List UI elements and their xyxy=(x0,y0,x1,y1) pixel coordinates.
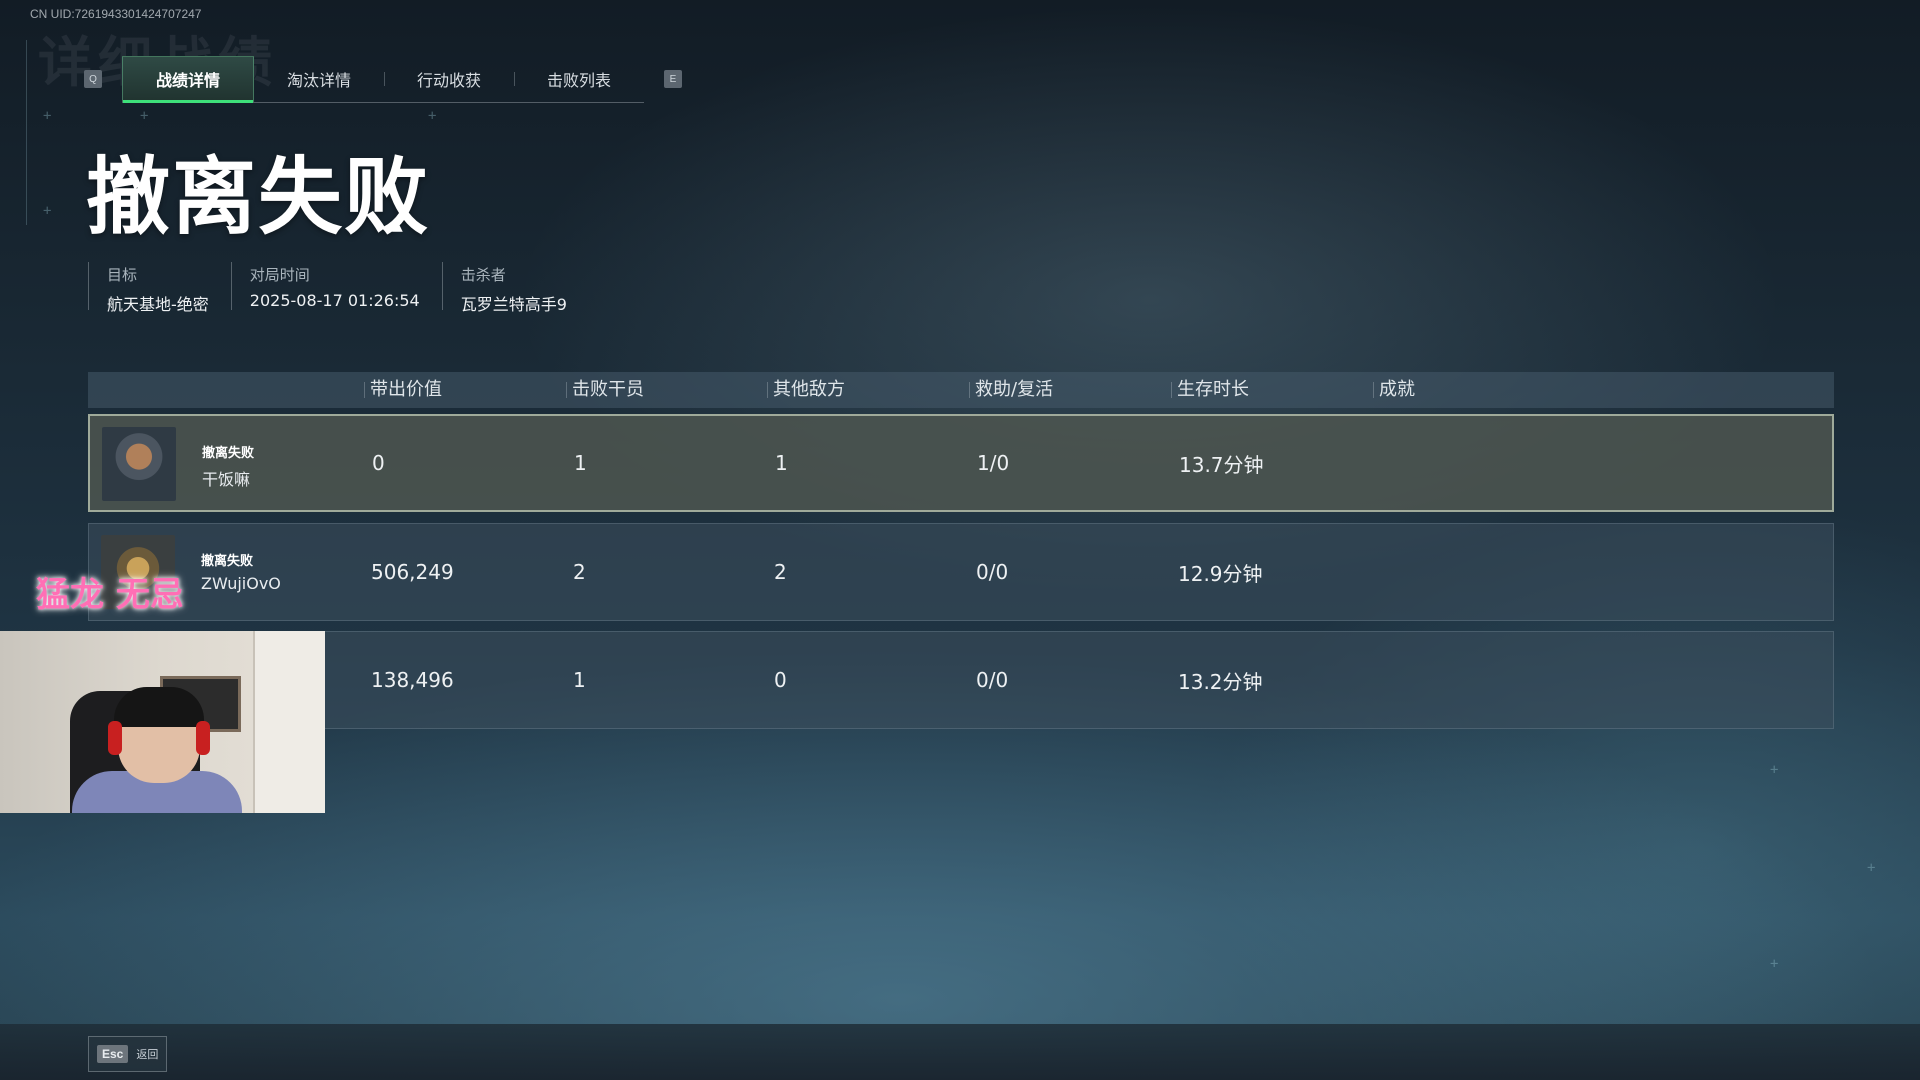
user-uid: CN UID:7261943301424707247 xyxy=(30,7,202,21)
cell-operators-defeated: 1 xyxy=(573,668,586,692)
player-name: ZWujiOvO xyxy=(201,574,281,593)
hud-frame-line xyxy=(26,40,27,225)
hud-crosshair-icon: + xyxy=(43,108,52,124)
cell-assist-revive: 1/0 xyxy=(977,451,1010,475)
bottom-bar xyxy=(0,1024,1920,1080)
next-tab-key[interactable]: E xyxy=(664,70,682,88)
cell-assist-revive: 0/0 xyxy=(976,560,1009,584)
table-row[interactable]: 138,496 1 0 0/0 13.2分钟 xyxy=(88,631,1834,729)
back-button[interactable]: Esc 返回 xyxy=(88,1036,168,1072)
back-label: 返回 xyxy=(136,1048,159,1061)
cell-other-enemies: 1 xyxy=(775,451,788,475)
cell-extract-value: 506,249 xyxy=(371,560,454,584)
soldier-cap-avatar xyxy=(102,427,176,501)
hud-crosshair-icon: + xyxy=(1867,860,1876,876)
player-name: 干饭嘛 xyxy=(202,470,251,489)
table-row[interactable]: 撤离失败 干饭嘛 0 1 1 1/0 13.7分钟 xyxy=(88,414,1834,512)
tab-elimination-details[interactable]: 淘汰详情 xyxy=(254,56,384,102)
match-time-label: 对局时间 xyxy=(249,266,310,284)
webcam-door xyxy=(253,631,325,813)
cell-operators-defeated: 1 xyxy=(574,451,587,475)
tab-bar: Q 战绩详情 淘汰详情 行动收获 击败列表 E xyxy=(84,55,682,103)
headphones-icon xyxy=(108,721,122,755)
hud-crosshair-icon: + xyxy=(1770,956,1779,972)
match-info: 目标 航天基地-绝密 对局时间 2025-08-17 01:26:54 击杀者 … xyxy=(88,262,589,314)
row-status: 撤离失败 xyxy=(202,446,255,461)
table-row[interactable]: 撤离失败 ZWujiOvO 506,249 2 2 0/0 12.9分钟 xyxy=(88,523,1834,621)
info-target: 目标 航天基地-绝密 xyxy=(88,262,231,314)
prev-tab-key[interactable]: Q xyxy=(84,70,102,88)
column-header-other-enemies: 其他敌方 xyxy=(767,372,845,408)
cell-survival-time: 13.2分钟 xyxy=(1178,669,1263,694)
cell-survival-time: 12.9分钟 xyxy=(1178,561,1263,586)
esc-key: Esc xyxy=(97,1045,129,1063)
killer-value: 瓦罗兰特高手9 xyxy=(460,295,567,314)
cell-other-enemies: 0 xyxy=(774,668,787,692)
column-header-extract-value: 带出价值 xyxy=(364,372,442,408)
tab-action-gains[interactable]: 行动收获 xyxy=(384,56,514,102)
headphones-icon xyxy=(196,721,210,755)
table-header: 带出价值 击败干员 其他敌方 救助/复活 生存时长 成就 xyxy=(88,372,1834,408)
hud-crosshair-icon: + xyxy=(428,108,437,124)
info-match-time: 对局时间 2025-08-17 01:26:54 xyxy=(230,262,442,310)
cell-assist-revive: 0/0 xyxy=(976,668,1009,692)
hud-crosshair-icon: + xyxy=(43,203,52,219)
mouse-cursor-icon: ▲ xyxy=(392,218,403,234)
cell-other-enemies: 2 xyxy=(774,560,787,584)
target-label: 目标 xyxy=(107,266,138,284)
column-header-operators-defeated: 击败干员 xyxy=(566,372,644,408)
cell-extract-value: 138,496 xyxy=(371,668,454,692)
hud-crosshair-icon: + xyxy=(1770,762,1779,778)
cell-operators-defeated: 2 xyxy=(573,560,586,584)
tab-kill-list[interactable]: 击败列表 xyxy=(514,56,644,102)
tab-battle-details[interactable]: 战绩详情 xyxy=(122,55,254,103)
column-header-survival-time: 生存时长 xyxy=(1171,372,1249,408)
column-header-achievements: 成就 xyxy=(1373,372,1415,408)
page-title: 撤离失败 xyxy=(86,148,431,246)
tabs: 战绩详情 淘汰详情 行动收获 击败列表 xyxy=(122,55,644,103)
match-time-value: 2025-08-17 01:26:54 xyxy=(249,291,420,310)
webcam-person-hair xyxy=(114,687,204,727)
row-status: 撤离失败 xyxy=(201,554,254,569)
cell-extract-value: 0 xyxy=(372,451,385,475)
streamer-overlay-text: 猛龙 无忌 xyxy=(36,575,184,615)
webcam-overlay xyxy=(0,631,325,813)
column-header-assist-revive: 救助/复活 xyxy=(969,372,1053,408)
target-value: 航天基地-绝密 xyxy=(107,295,209,314)
killer-label: 击杀者 xyxy=(460,266,506,284)
cell-survival-time: 13.7分钟 xyxy=(1179,452,1264,477)
info-killer: 击杀者 瓦罗兰特高手9 xyxy=(441,262,589,314)
hud-crosshair-icon: + xyxy=(140,108,149,124)
